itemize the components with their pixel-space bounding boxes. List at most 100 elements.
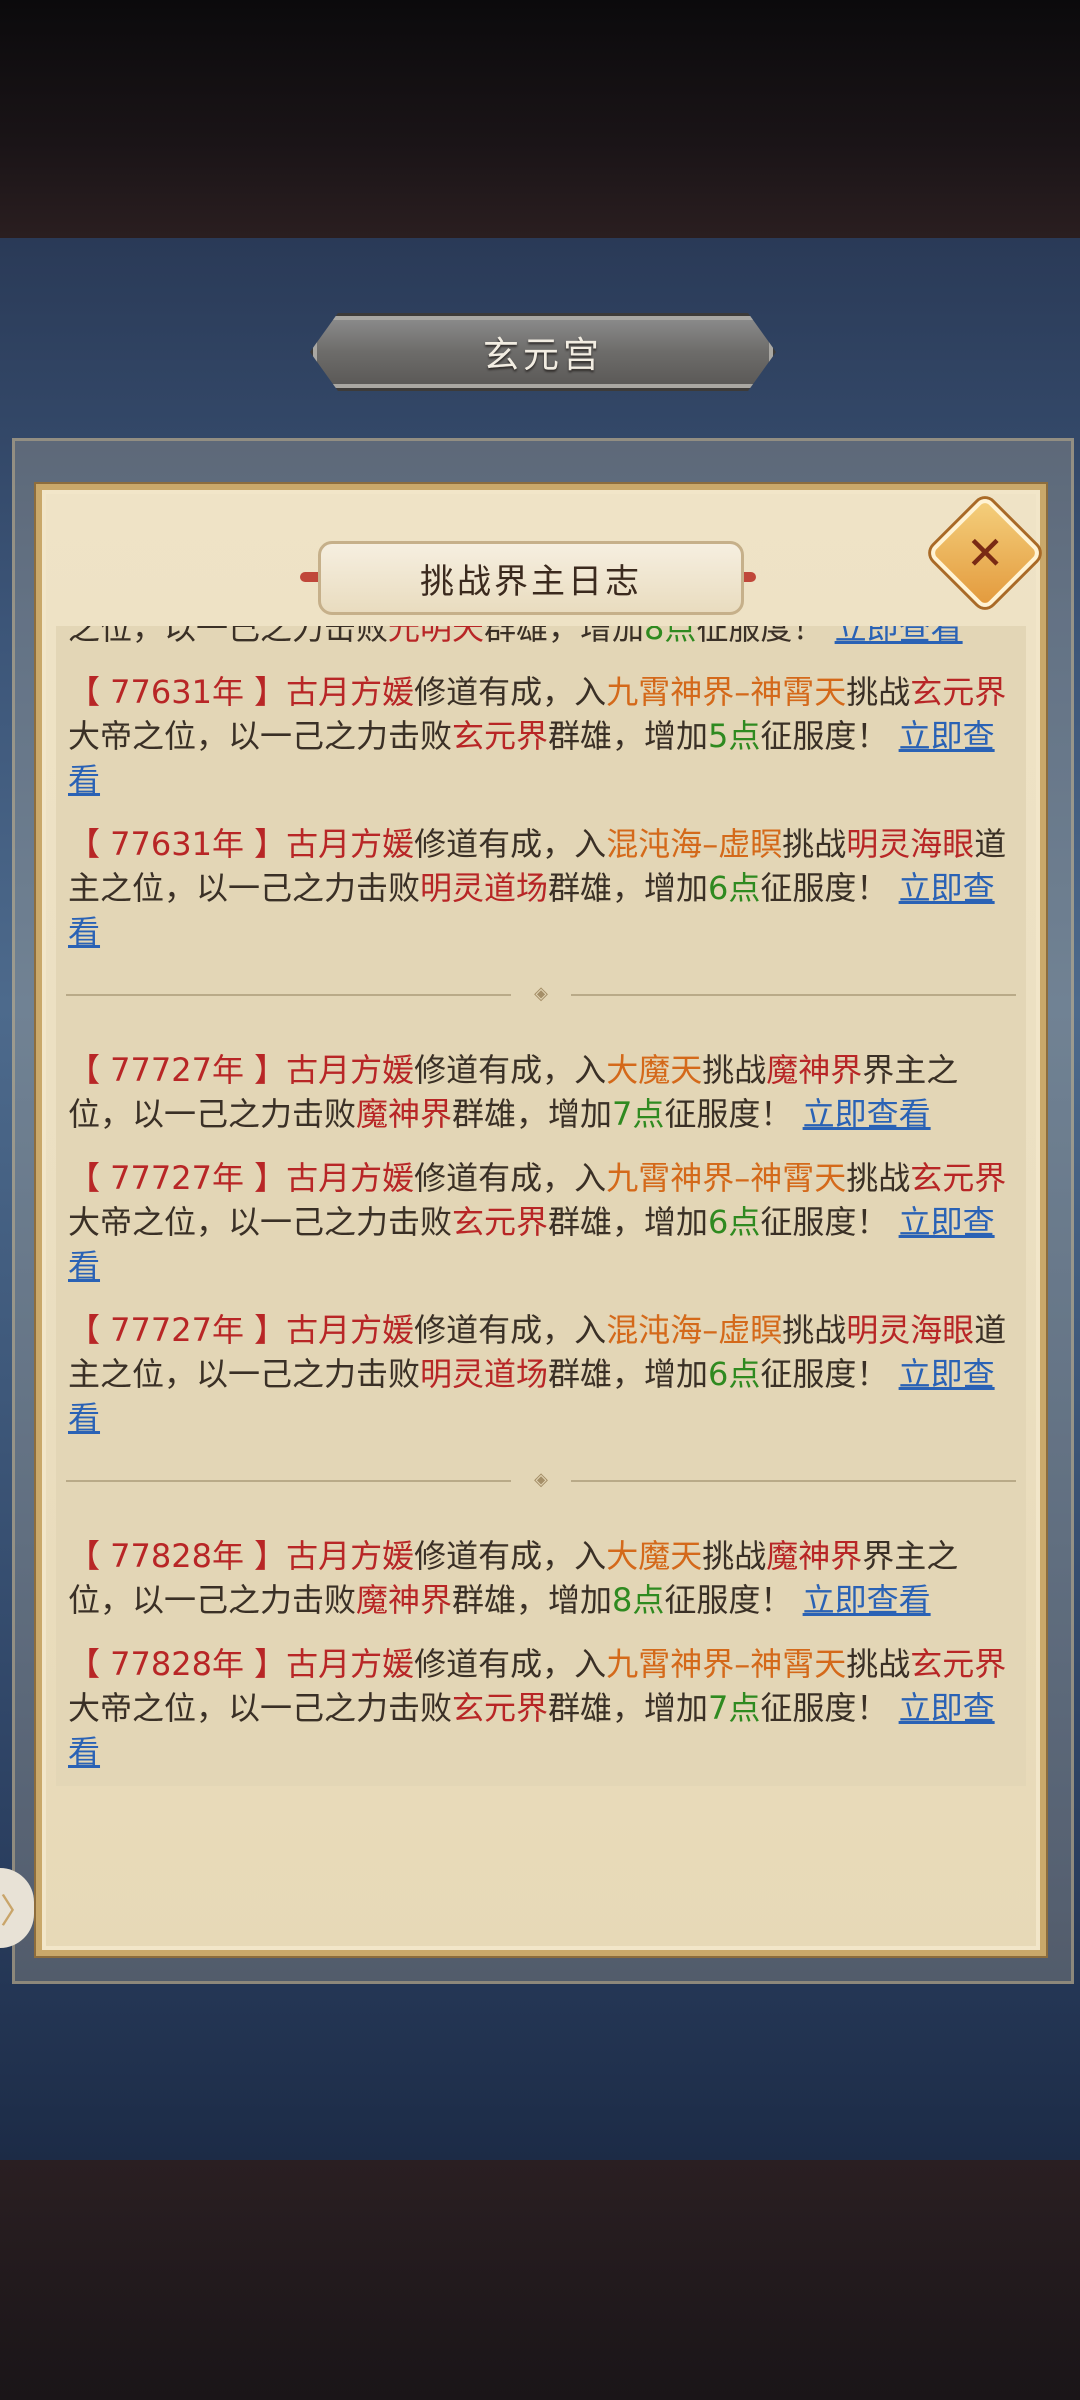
scene-title-plaque: 玄元宫 xyxy=(310,313,776,391)
entry-points: 6点 xyxy=(708,1203,761,1241)
entry-defeated: 明灵道场 xyxy=(420,869,549,907)
view-now-link[interactable]: 立即查看 xyxy=(803,1095,931,1133)
entry-target: 魔神界 xyxy=(766,1537,863,1575)
group-divider: ◈ xyxy=(66,1470,1016,1490)
entry-target: 魔神界 xyxy=(766,1051,863,1089)
entry-text: 之位，以一己之力击败 xyxy=(68,626,389,647)
entry-text: 挑战 xyxy=(702,1051,767,1089)
entry-text: 挑战 xyxy=(846,1159,911,1197)
entry-points: 8点 xyxy=(612,1581,665,1619)
entry-text: 挑战 xyxy=(846,673,911,711)
entry-text: 挑战 xyxy=(782,825,847,863)
entry-text: 群雄，增加 xyxy=(484,626,645,647)
entry-target: 玄元界 xyxy=(910,1159,1007,1197)
entry-points: 6点 xyxy=(708,869,761,907)
entry-text: 征服度！ xyxy=(760,1689,889,1727)
entry-year: 【 77631年 】 xyxy=(68,825,287,863)
close-icon: ✕ xyxy=(965,525,1005,580)
entry-text: 征服度！ xyxy=(760,1203,889,1241)
entry-text: 群雄，增加 xyxy=(548,1203,709,1241)
log-entry: 【 77727年 】古月方媛修道有成，入九霄神界–神霄天挑战玄元界大帝之位，以一… xyxy=(68,1150,1014,1302)
entry-target: 玄元界 xyxy=(910,1645,1007,1683)
entry-year: 【 77727年 】 xyxy=(68,1051,287,1089)
entry-location: 混沌海–虚瞑 xyxy=(606,1311,783,1349)
entry-text: 群雄，增加 xyxy=(548,1355,709,1393)
entry-player: 古月方媛 xyxy=(286,825,415,863)
entry-text: 修道有成，入 xyxy=(414,1645,607,1683)
entry-text: 征服度！ xyxy=(760,1355,889,1393)
group-divider: ◈ xyxy=(66,984,1016,1004)
entry-text: 大帝之位，以一己之力击败 xyxy=(68,717,453,755)
entry-target: 明灵海眼 xyxy=(846,1311,975,1349)
entry-text: 挑战 xyxy=(782,1311,847,1349)
entry-location: 九霄神界–神霄天 xyxy=(606,1645,847,1683)
entry-player: 古月方媛 xyxy=(286,673,415,711)
top-bar-background xyxy=(0,0,1080,238)
chevron-right-icon: 〉 xyxy=(0,1891,34,1932)
entry-defeated: 魔神界 xyxy=(356,1581,453,1619)
entry-text: 征服度！ xyxy=(760,717,889,755)
entry-target: 明灵海眼 xyxy=(846,825,975,863)
entry-location: 九霄神界–神霄天 xyxy=(606,1159,847,1197)
entry-defeated: 明灵道场 xyxy=(420,1355,549,1393)
entry-text: 群雄，增加 xyxy=(452,1095,613,1133)
entry-points: 6点 xyxy=(708,1355,761,1393)
view-now-link[interactable]: 立即查看 xyxy=(835,626,963,647)
entry-year: 【 77828年 】 xyxy=(68,1537,287,1575)
entry-points: 5点 xyxy=(708,717,761,755)
entry-defeated: 光明天 xyxy=(388,626,485,647)
log-list[interactable]: 之位，以一己之力击败光明天群雄，增加8点征服度！ 立即查看 【 77631年 】… xyxy=(56,626,1026,1786)
entry-text: 征服度！ xyxy=(664,1581,793,1619)
entry-player: 古月方媛 xyxy=(286,1051,415,1089)
entry-player: 古月方媛 xyxy=(286,1311,415,1349)
entry-defeated: 玄元界 xyxy=(452,1689,549,1727)
entry-text: 挑战 xyxy=(702,1537,767,1575)
entry-text: 修道有成，入 xyxy=(414,673,607,711)
entry-player: 古月方媛 xyxy=(286,1645,415,1683)
entry-year: 【 77828年 】 xyxy=(68,1645,287,1683)
log-entry: 【 77631年 】古月方媛修道有成，入九霄神界–神霄天挑战玄元界大帝之位，以一… xyxy=(68,664,1014,816)
entry-text: 修道有成，入 xyxy=(414,1537,607,1575)
entry-text: 征服度！ xyxy=(696,626,825,647)
entry-target: 玄元界 xyxy=(910,673,1007,711)
entry-player: 古月方媛 xyxy=(286,1159,415,1197)
entry-year: 【 77727年 】 xyxy=(68,1159,287,1197)
entry-text: 征服度！ xyxy=(760,869,889,907)
bottom-bar-background xyxy=(0,2160,1080,2400)
entry-text: 修道有成，入 xyxy=(414,1051,607,1089)
entry-text: 修道有成，入 xyxy=(414,1311,607,1349)
log-entry: 【 77828年 】古月方媛修道有成，入大魔天挑战魔神界界主之位，以一己之力击败… xyxy=(68,1528,1014,1636)
dialog-title: 挑战界主日志 xyxy=(420,561,642,602)
entry-location: 混沌海–虚瞑 xyxy=(606,825,783,863)
entry-location: 大魔天 xyxy=(606,1051,703,1089)
entry-location: 九霄神界–神霄天 xyxy=(606,673,847,711)
divider-ornament-icon: ◈ xyxy=(511,1470,571,1490)
log-entry: 【 77828年 】古月方媛修道有成，入九霄神界–神霄天挑战玄元界大帝之位，以一… xyxy=(68,1636,1014,1786)
entry-text: 群雄，增加 xyxy=(548,869,709,907)
divider-ornament-icon: ◈ xyxy=(511,984,571,1004)
entry-player: 古月方媛 xyxy=(286,1537,415,1575)
entry-text: 挑战 xyxy=(846,1645,911,1683)
entry-defeated: 魔神界 xyxy=(356,1095,453,1133)
entry-points: 7点 xyxy=(612,1095,665,1133)
entry-text: 征服度！ xyxy=(664,1095,793,1133)
entry-location: 大魔天 xyxy=(606,1537,703,1575)
entry-defeated: 玄元界 xyxy=(452,717,549,755)
entry-text: 群雄，增加 xyxy=(548,1689,709,1727)
entry-year: 【 77631年 】 xyxy=(68,673,287,711)
log-entry-partial: 之位，以一己之力击败光明天群雄，增加8点征服度！ 立即查看 xyxy=(68,626,1014,664)
entry-text: 群雄，增加 xyxy=(548,717,709,755)
entry-points: 7点 xyxy=(708,1689,761,1727)
entry-text: 群雄，增加 xyxy=(452,1581,613,1619)
entry-text: 大帝之位，以一己之力击败 xyxy=(68,1203,453,1241)
log-entry: 【 77631年 】古月方媛修道有成，入混沌海–虚瞑挑战明灵海眼道主之位，以一己… xyxy=(68,816,1014,968)
log-list-content: 之位，以一己之力击败光明天群雄，增加8点征服度！ 立即查看 【 77631年 】… xyxy=(56,626,1026,1786)
entry-defeated: 玄元界 xyxy=(452,1203,549,1241)
view-now-link[interactable]: 立即查看 xyxy=(803,1581,931,1619)
entry-text: 修道有成，入 xyxy=(414,1159,607,1197)
log-entry: 【 77727年 】古月方媛修道有成，入混沌海–虚瞑挑战明灵海眼道主之位，以一己… xyxy=(68,1302,1014,1454)
entry-year: 【 77727年 】 xyxy=(68,1311,287,1349)
entry-points: 8点 xyxy=(644,626,697,647)
scene-title: 玄元宫 xyxy=(482,335,603,376)
entry-text: 修道有成，入 xyxy=(414,825,607,863)
